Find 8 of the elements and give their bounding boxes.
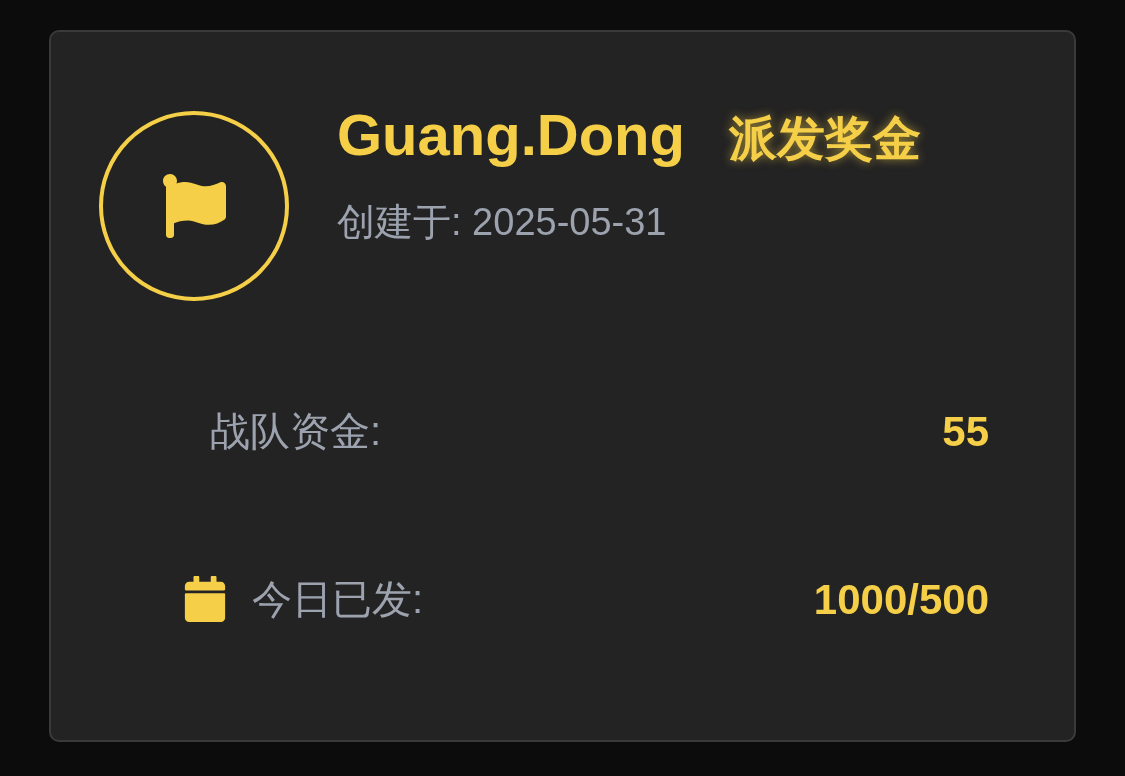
calendar-icon — [184, 576, 226, 622]
team-tag: 派发奖金 — [728, 112, 921, 165]
stat-label: 战队资金: — [210, 408, 382, 455]
stat-label: 今日已发: — [252, 576, 424, 623]
created-date: 创建于: 2025-05-31 — [337, 200, 668, 244]
stat-value: 55 — [942, 406, 989, 457]
stat-value: 1000/500 — [813, 574, 989, 625]
team-name: Guang.Dong — [337, 102, 685, 167]
